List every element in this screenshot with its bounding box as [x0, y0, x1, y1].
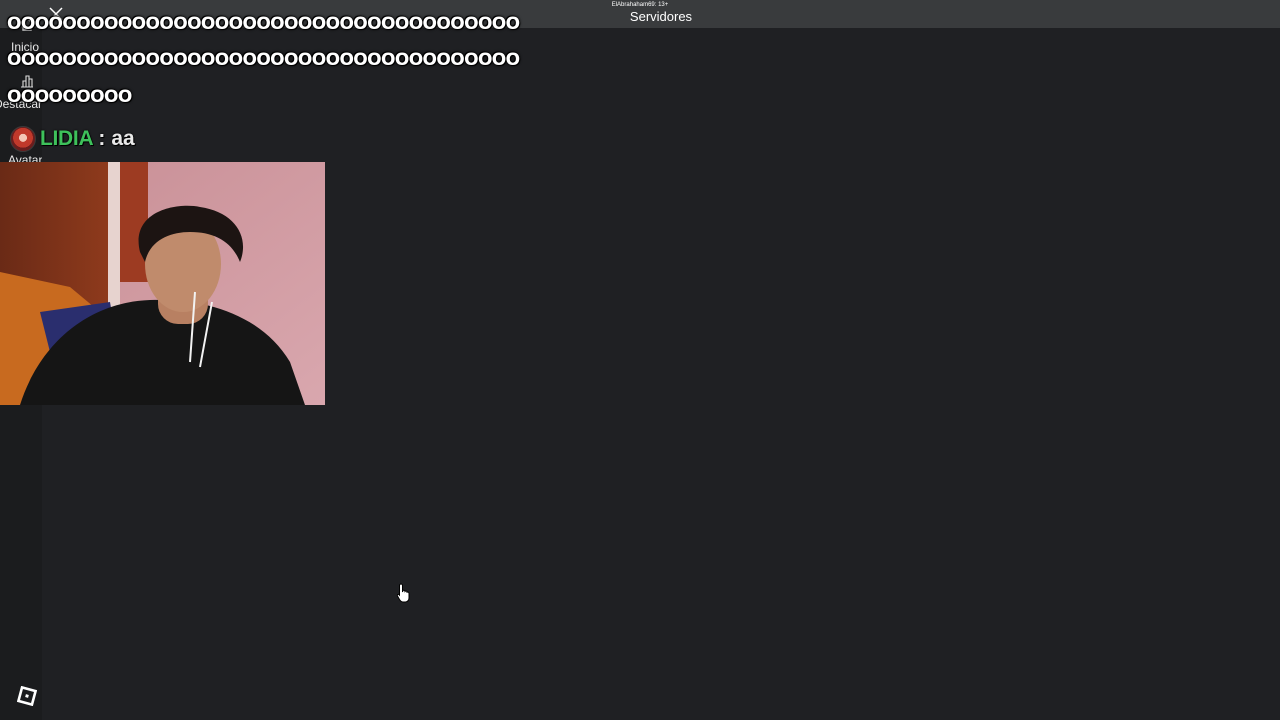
account-label: ElAbrahaham69: 13+: [611, 2, 669, 8]
chat-text: aa: [111, 127, 135, 150]
hand-cursor-icon: [396, 583, 412, 603]
chat-message-line: OOOOOOOOOOOOOOOOOOOOOOOOOOOOOOOOOOOOO: [7, 50, 520, 70]
roblox-logo-icon[interactable]: [16, 685, 38, 707]
chat-username: LIDIA: [40, 127, 94, 150]
user-avatar: [10, 126, 36, 152]
chat-separator: :: [98, 127, 106, 150]
chat-message-line: OOOOOOOOO: [7, 87, 132, 107]
chat-user-message: LIDIA : aa: [10, 126, 135, 152]
chat-message-line: OOOOOOOOOOOOOOOOOOOOOOOOOOOOOOOOOOOOO: [7, 14, 520, 34]
webcam-overlay: [0, 162, 325, 405]
